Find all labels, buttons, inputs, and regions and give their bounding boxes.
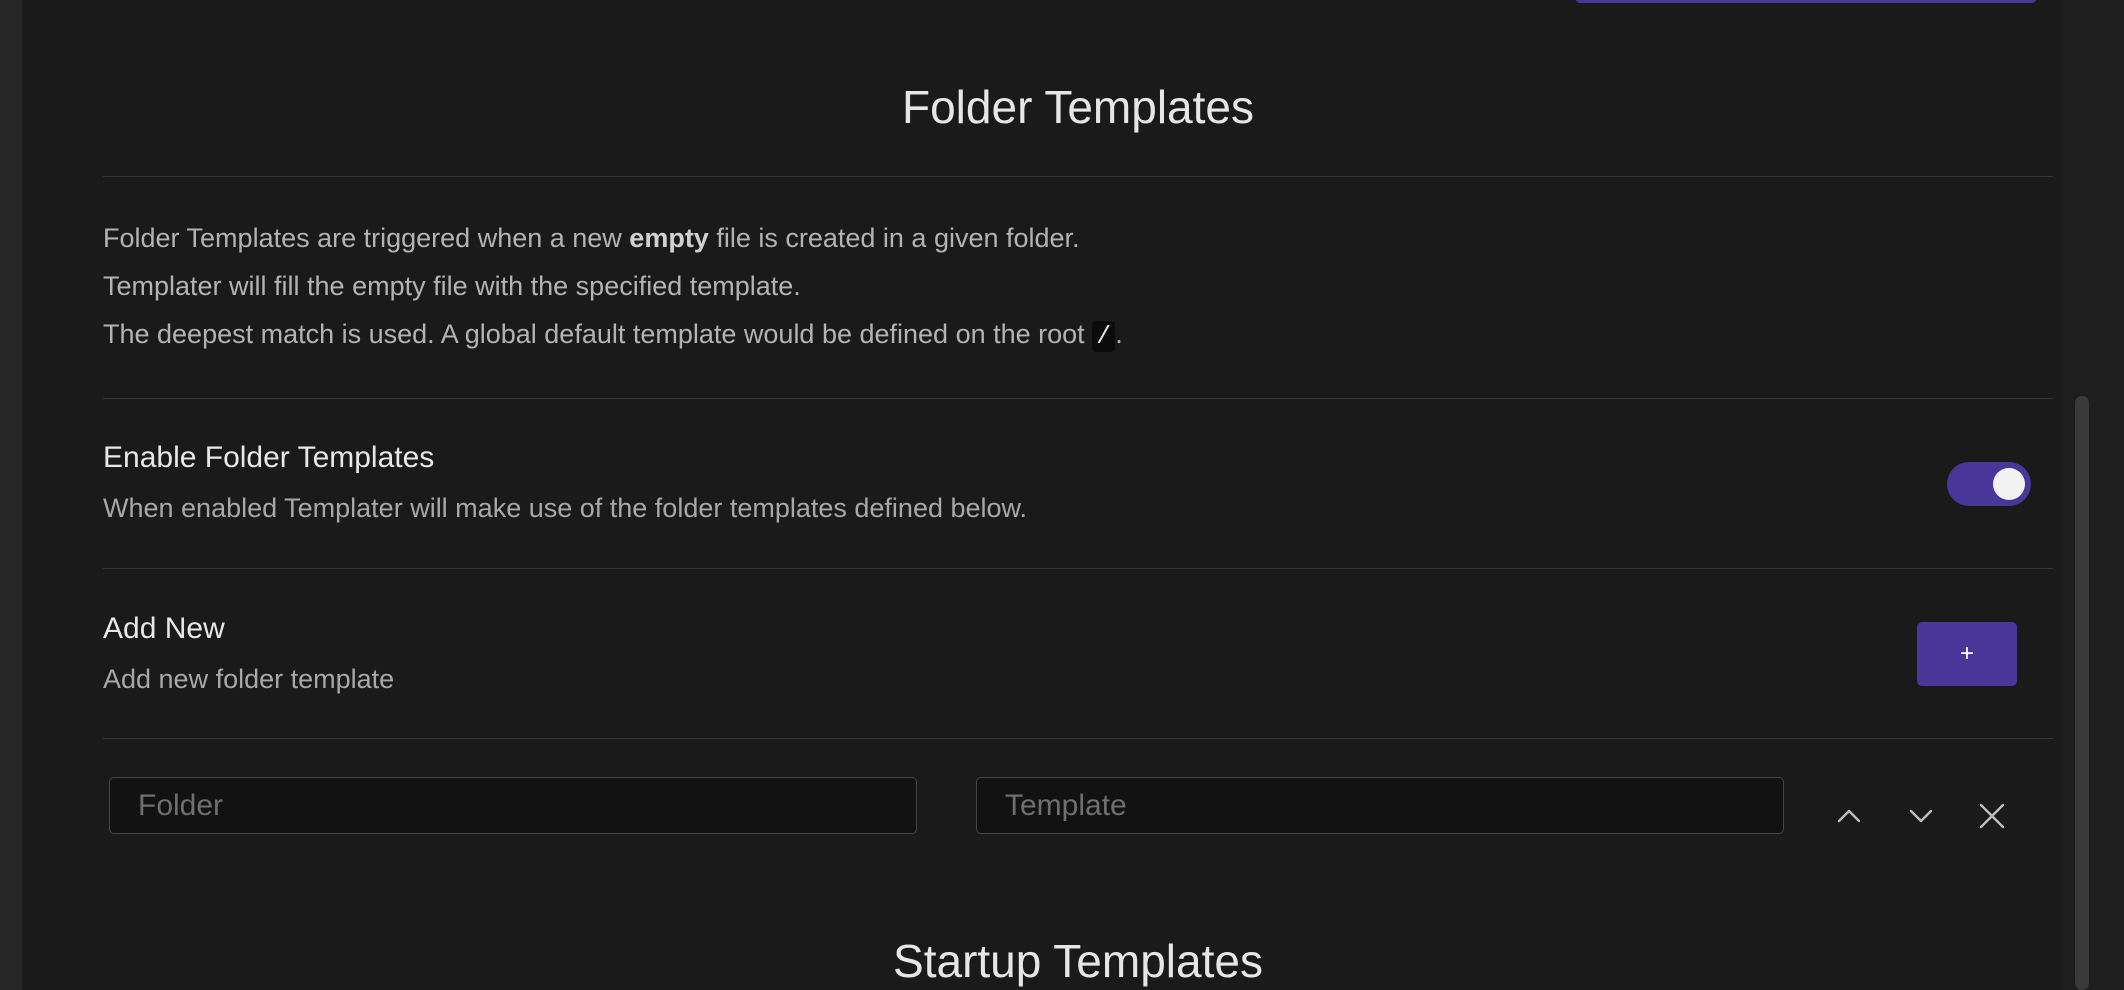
setting-name: Add New [103,612,225,645]
template-input[interactable] [976,777,1784,834]
close-icon [1979,803,2005,829]
left-sidebar-edge [0,0,23,990]
inline-code: / [1092,321,1116,352]
description-text: The deepest match is used. A global defa… [103,319,1093,349]
description-text: . [1115,319,1123,349]
description-text: Folder Templates are triggered when a ne… [103,223,630,253]
divider [103,398,2053,399]
move-up-button[interactable] [1829,796,1869,836]
add-folder-template-button[interactable]: + [1917,622,2017,686]
description-bold: empty [629,223,709,253]
divider [103,738,2053,739]
settings-panel: Folder Templates Folder Templates are tr… [22,0,2093,990]
top-button-partial[interactable] [1575,0,2037,3]
scrollbar-thumb[interactable] [2075,396,2089,990]
setting-description: Add new folder template [103,664,395,694]
description-line-1: Folder Templates are triggered when a ne… [103,223,1080,254]
setting-description: When enabled Templater will make use of … [103,493,1028,523]
folder-input[interactable] [109,777,917,834]
scrollbar[interactable] [2062,0,2093,990]
move-down-button[interactable] [1901,796,1941,836]
chevron-up-icon [1837,809,1861,823]
section-title-folder-templates: Folder Templates [902,81,1254,133]
description-text: file is created in a given folder. [708,223,1080,253]
setting-name: Enable Folder Templates [103,441,435,474]
description-line-2: Templater will fill the empty file with … [103,271,801,301]
remove-button[interactable] [1972,796,2012,836]
section-title-startup-templates: Startup Templates [893,935,1263,987]
divider [103,176,2053,177]
enable-folder-templates-toggle[interactable] [1947,462,2031,506]
toggle-knob [1993,468,2025,500]
divider [103,568,2053,569]
chevron-down-icon [1909,809,1933,823]
description-line-3: The deepest match is used. A global defa… [103,319,1123,352]
